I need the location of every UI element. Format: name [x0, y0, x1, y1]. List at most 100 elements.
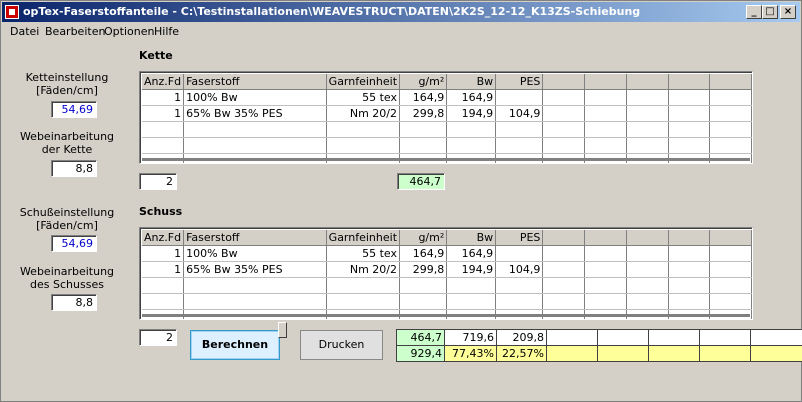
table-cell[interactable]: [668, 121, 711, 138]
table-cell[interactable]: 65% Bw 35% PES: [183, 105, 327, 122]
table-cell[interactable]: [668, 277, 711, 294]
table-cell[interactable]: [542, 137, 586, 154]
table-cell[interactable]: [142, 293, 185, 310]
table-cell[interactable]: [584, 121, 627, 138]
print-button[interactable]: Drucken: [300, 330, 383, 360]
drag-handle[interactable]: [278, 322, 287, 338]
menu-bearbeiten[interactable]: Bearbeiten: [45, 25, 105, 38]
table-cell[interactable]: [142, 277, 185, 294]
col-header[interactable]: [542, 74, 586, 90]
table-cell[interactable]: 299,8: [399, 105, 448, 122]
col-header[interactable]: Faserstoff: [183, 74, 327, 90]
table-cell[interactable]: [668, 105, 711, 122]
table-cell[interactable]: [142, 137, 185, 154]
col-header[interactable]: g/m²: [399, 230, 448, 246]
col-header[interactable]: [542, 230, 586, 246]
table-cell[interactable]: 100% Bw: [183, 245, 327, 262]
col-header[interactable]: Anz.Fd: [142, 74, 185, 90]
table-cell[interactable]: [183, 293, 327, 310]
table-row[interactable]: 1 65% Bw 35% PES Nm 20/2 299,8 194,9 104…: [142, 105, 752, 122]
table-cell[interactable]: [584, 105, 627, 122]
table-cell[interactable]: [495, 245, 544, 262]
col-header[interactable]: [584, 230, 627, 246]
table-cell[interactable]: [183, 277, 327, 294]
schusseinstellung-field[interactable]: 54,69: [51, 235, 97, 252]
table-cell[interactable]: [584, 277, 627, 294]
col-header[interactable]: Bw: [446, 230, 497, 246]
table-cell[interactable]: [668, 89, 711, 106]
menu-hilfe[interactable]: Hilfe: [154, 25, 179, 38]
table-cell[interactable]: 100% Bw: [183, 89, 327, 106]
table-row[interactable]: [142, 293, 752, 310]
table-cell[interactable]: [495, 89, 544, 106]
col-header[interactable]: [626, 230, 669, 246]
schuss-grid[interactable]: Anz.Fd Faserstoff Garnfeinheit g/m² Bw P…: [139, 227, 753, 320]
table-cell[interactable]: 164,9: [446, 245, 497, 262]
table-cell[interactable]: 55 tex: [326, 245, 401, 262]
table-cell[interactable]: 1: [142, 105, 185, 122]
table-cell[interactable]: [542, 89, 586, 106]
table-cell[interactable]: 65% Bw 35% PES: [183, 261, 327, 278]
table-cell[interactable]: [183, 121, 327, 138]
table-cell[interactable]: [326, 277, 401, 294]
table-cell[interactable]: [326, 137, 401, 154]
table-cell[interactable]: [446, 121, 497, 138]
col-header[interactable]: [626, 74, 669, 90]
table-cell[interactable]: [399, 277, 448, 294]
calculate-button[interactable]: Berechnen: [190, 330, 280, 360]
table-cell[interactable]: 104,9: [495, 261, 544, 278]
minimize-button[interactable]: _: [746, 5, 762, 19]
table-cell[interactable]: [542, 245, 586, 262]
col-header[interactable]: [584, 74, 627, 90]
col-header[interactable]: PES: [495, 74, 544, 90]
webeinarbeitung-kette-field[interactable]: 8,8: [51, 160, 97, 177]
col-header[interactable]: [709, 230, 752, 246]
table-row[interactable]: [142, 137, 752, 154]
table-cell[interactable]: [626, 137, 669, 154]
table-cell[interactable]: [446, 277, 497, 294]
grid-scrollbar[interactable]: [142, 314, 750, 317]
col-header[interactable]: Faserstoff: [183, 230, 327, 246]
col-header[interactable]: Bw: [446, 74, 497, 90]
table-cell[interactable]: [183, 137, 327, 154]
table-cell[interactable]: [584, 261, 627, 278]
table-row[interactable]: 1 65% Bw 35% PES Nm 20/2 299,8 194,9 104…: [142, 261, 752, 278]
table-cell[interactable]: 1: [142, 245, 185, 262]
table-cell[interactable]: 164,9: [446, 89, 497, 106]
table-cell[interactable]: [626, 121, 669, 138]
table-cell[interactable]: [626, 105, 669, 122]
table-cell[interactable]: [709, 277, 752, 294]
table-cell[interactable]: [584, 137, 627, 154]
table-cell[interactable]: [542, 277, 586, 294]
table-cell[interactable]: [668, 293, 711, 310]
table-cell[interactable]: [542, 121, 586, 138]
table-cell[interactable]: [399, 137, 448, 154]
col-header[interactable]: Garnfeinheit: [326, 74, 401, 90]
table-cell[interactable]: [446, 293, 497, 310]
grid-scrollbar[interactable]: [142, 158, 750, 161]
table-row[interactable]: 1 100% Bw 55 tex 164,9 164,9: [142, 89, 752, 106]
table-cell[interactable]: [668, 137, 711, 154]
ketteinstellung-field[interactable]: 54,69: [51, 101, 97, 118]
table-cell[interactable]: 164,9: [399, 245, 448, 262]
app-icon[interactable]: [5, 5, 19, 19]
menu-optionen[interactable]: Optionen: [104, 25, 154, 38]
webeinarbeitung-schuss-field[interactable]: 8,8: [51, 294, 97, 311]
close-button[interactable]: ×: [780, 5, 796, 19]
table-row[interactable]: [142, 277, 752, 294]
table-cell[interactable]: [668, 261, 711, 278]
table-cell[interactable]: [709, 137, 752, 154]
table-cell[interactable]: [399, 293, 448, 310]
col-header[interactable]: [668, 74, 711, 90]
table-cell[interactable]: [326, 121, 401, 138]
table-cell[interactable]: [584, 89, 627, 106]
table-cell[interactable]: [584, 245, 627, 262]
col-header[interactable]: Anz.Fd: [142, 230, 185, 246]
table-cell[interactable]: 1: [142, 261, 185, 278]
col-header[interactable]: Garnfeinheit: [326, 230, 401, 246]
col-header[interactable]: g/m²: [399, 74, 448, 90]
table-cell[interactable]: [709, 261, 752, 278]
table-cell[interactable]: [668, 245, 711, 262]
kette-grid[interactable]: Anz.Fd Faserstoff Garnfeinheit g/m² Bw P…: [139, 71, 753, 164]
table-cell[interactable]: [709, 293, 752, 310]
